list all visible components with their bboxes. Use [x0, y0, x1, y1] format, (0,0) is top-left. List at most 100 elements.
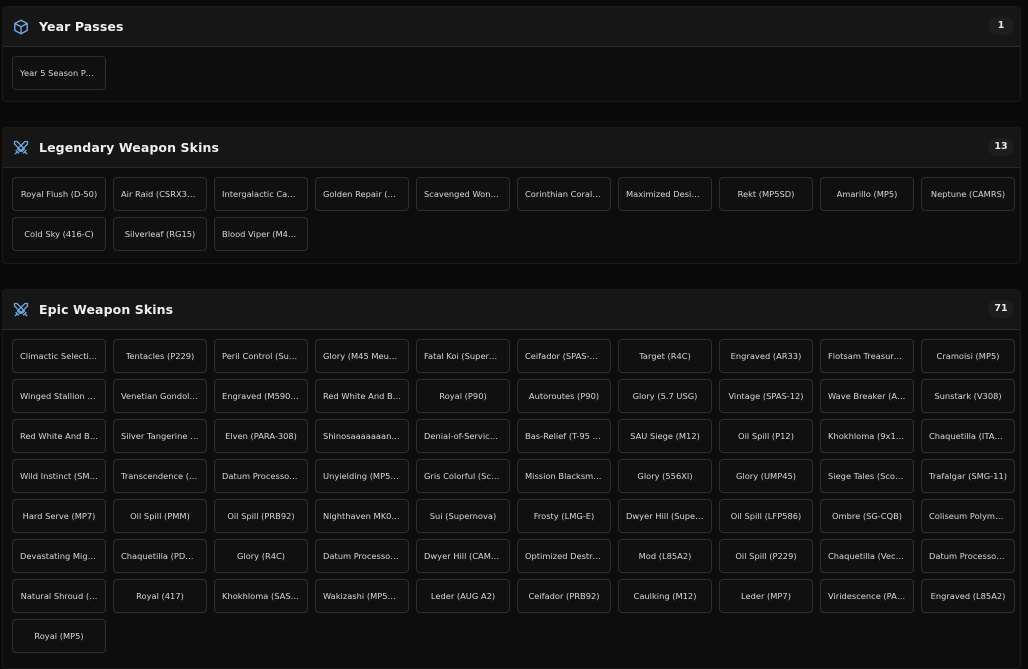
- item-chip[interactable]: Mod (L85A2): [618, 539, 712, 573]
- item-chip[interactable]: Chaquetilla (ITA12…: [921, 419, 1015, 453]
- item-chip-label: Optimized Destru…: [525, 551, 603, 561]
- item-chip[interactable]: Trafalgar (SMG-11): [921, 459, 1015, 493]
- item-chip[interactable]: Optimized Destru…: [517, 539, 611, 573]
- item-chip-label: Fatal Koi (Superno…: [424, 351, 502, 361]
- item-chip[interactable]: Engraved (M590A1): [214, 379, 308, 413]
- item-chip[interactable]: Maximized Desig…: [618, 177, 712, 211]
- item-chip[interactable]: Glory (5.7 USG): [618, 379, 712, 413]
- item-chip[interactable]: Silver Tangerine (…: [113, 419, 207, 453]
- item-chip[interactable]: Ceifador (SPAS-15): [517, 339, 611, 373]
- item-chip[interactable]: Natural Shroud (…: [12, 579, 106, 613]
- item-chip[interactable]: Glory (556XI): [618, 459, 712, 493]
- item-chip[interactable]: Vintage (SPAS-12): [719, 379, 813, 413]
- item-chip-label: Corinthian Coral (…: [525, 189, 603, 199]
- item-chip[interactable]: Target (R4C): [618, 339, 712, 373]
- item-chip[interactable]: Engraved (AR33): [719, 339, 813, 373]
- item-chip[interactable]: Chaquetilla (Vector): [820, 539, 914, 573]
- item-chip[interactable]: Unyielding (MP5S…: [315, 459, 409, 493]
- item-chip[interactable]: Blood Viper (M45 …: [214, 217, 308, 251]
- item-chip-label: Natural Shroud (…: [20, 591, 98, 601]
- item-chip[interactable]: Royal (417): [113, 579, 207, 613]
- item-chip[interactable]: Caulking (M12): [618, 579, 712, 613]
- item-chip[interactable]: Hard Serve (MP7): [12, 499, 106, 533]
- item-chip[interactable]: Wakizashi (MP5SD): [315, 579, 409, 613]
- item-chip[interactable]: Corinthian Coral (…: [517, 177, 611, 211]
- item-chip-label: Datum Processor …: [222, 471, 300, 481]
- item-chip[interactable]: Transcendence (M…: [113, 459, 207, 493]
- item-chip[interactable]: Sui (Supernova): [416, 499, 510, 533]
- item-chip[interactable]: Chaquetilla (PDW9): [113, 539, 207, 573]
- item-chip[interactable]: Royal (P90): [416, 379, 510, 413]
- item-chip[interactable]: Royal Flush (D-50): [12, 177, 106, 211]
- item-chip[interactable]: Oil Spill (P229): [719, 539, 813, 573]
- item-chip[interactable]: Mission Blacksmit…: [517, 459, 611, 493]
- item-chip[interactable]: Cold Sky (416-C): [12, 217, 106, 251]
- section-header[interactable]: Epic Weapon Skins 71: [3, 290, 1020, 330]
- item-chip[interactable]: Devastating Migh…: [12, 539, 106, 573]
- item-chip[interactable]: Oil Spill (P12): [719, 419, 813, 453]
- item-chip[interactable]: Oil Spill (PRB92): [214, 499, 308, 533]
- item-chip[interactable]: Flotsam Treasure (…: [820, 339, 914, 373]
- item-chip[interactable]: Peril Control (Sup…: [214, 339, 308, 373]
- item-chip[interactable]: Silverleaf (RG15): [113, 217, 207, 251]
- item-chip[interactable]: Winged Stallion (…: [12, 379, 106, 413]
- item-chip[interactable]: Sunstark (V308): [921, 379, 1015, 413]
- item-chip[interactable]: Wild Instinct (SM…: [12, 459, 106, 493]
- item-chip[interactable]: Ombre (SG-CQB): [820, 499, 914, 533]
- item-chip[interactable]: Fatal Koi (Superno…: [416, 339, 510, 373]
- item-chip[interactable]: Oil Spill (PMM): [113, 499, 207, 533]
- section-header[interactable]: Year Passes 1: [3, 7, 1020, 47]
- item-chip[interactable]: Venetian Gondola…: [113, 379, 207, 413]
- item-chip-label: Glory (UMP45): [735, 471, 797, 481]
- item-chip[interactable]: Bas-Relief (T-95 L…: [517, 419, 611, 453]
- item-chip[interactable]: Elven (PARA-308): [214, 419, 308, 453]
- item-chip-label: Sui (Supernova): [429, 511, 497, 521]
- item-chip[interactable]: Glory (R4C): [214, 539, 308, 573]
- item-chip[interactable]: Gris Colorful (Scor…: [416, 459, 510, 493]
- item-chip[interactable]: Rekt (MP5SD): [719, 177, 813, 211]
- item-chip-label: Oil Spill (P12): [738, 431, 794, 441]
- item-chip[interactable]: Datum Processor …: [315, 539, 409, 573]
- item-chip[interactable]: Datum Processor …: [921, 539, 1015, 573]
- item-chip[interactable]: Coliseum Polymer…: [921, 499, 1015, 533]
- item-chip[interactable]: Amarillo (MP5): [820, 177, 914, 211]
- item-chip[interactable]: Intergalactic Cann…: [214, 177, 308, 211]
- item-chip[interactable]: Glory (M45 Meus…: [315, 339, 409, 373]
- item-chip-label: Chaquetilla (Vector): [828, 551, 906, 561]
- item-chip[interactable]: Oil Spill (LFP586): [719, 499, 813, 533]
- item-chip[interactable]: Glory (UMP45): [719, 459, 813, 493]
- item-chip[interactable]: Denial-of-Service …: [416, 419, 510, 453]
- item-chip[interactable]: Dwyer Hill (Super …: [618, 499, 712, 533]
- item-chip[interactable]: Datum Processor …: [214, 459, 308, 493]
- item-chip[interactable]: Air Raid (CSRX300): [113, 177, 207, 211]
- item-chip-label: Climactic Selectio…: [20, 351, 98, 361]
- item-chip[interactable]: SAU Siege (M12): [618, 419, 712, 453]
- item-chip[interactable]: Golden Repair (M…: [315, 177, 409, 211]
- item-chip[interactable]: Royal (MP5): [12, 619, 106, 653]
- item-chip[interactable]: Engraved (L85A2): [921, 579, 1015, 613]
- section-header[interactable]: Legendary Weapon Skins 13: [3, 128, 1020, 168]
- item-chip[interactable]: Ceifador (PRB92): [517, 579, 611, 613]
- item-chip[interactable]: Leder (MP7): [719, 579, 813, 613]
- item-chip[interactable]: Tentacles (P229): [113, 339, 207, 373]
- item-chip[interactable]: Siege Tales (Scorp…: [820, 459, 914, 493]
- item-chip[interactable]: Cramoisi (MP5): [921, 339, 1015, 373]
- item-chip[interactable]: Climactic Selectio…: [12, 339, 106, 373]
- item-chip[interactable]: Scavenged Wond…: [416, 177, 510, 211]
- item-chip[interactable]: Frosty (LMG-E): [517, 499, 611, 533]
- item-chip-label: Leder (AUG A2): [430, 591, 496, 601]
- item-chip[interactable]: Dwyer Hill (CAMRS): [416, 539, 510, 573]
- item-chip[interactable]: Nighthaven MK0 (…: [315, 499, 409, 533]
- item-chip[interactable]: Shinosaaaaaaang …: [315, 419, 409, 453]
- item-chip[interactable]: Red White And Bl…: [12, 419, 106, 453]
- cube-icon: [14, 19, 28, 35]
- item-chip[interactable]: Leder (AUG A2): [416, 579, 510, 613]
- item-chip[interactable]: Neptune (CAMRS): [921, 177, 1015, 211]
- item-chip[interactable]: Wave Breaker (AU…: [820, 379, 914, 413]
- item-chip[interactable]: Viridescence (PAR…: [820, 579, 914, 613]
- item-chip[interactable]: Khokhloma (9x19…: [820, 419, 914, 453]
- item-chip[interactable]: Khokhloma (SASG…: [214, 579, 308, 613]
- item-chip[interactable]: Red White And Bl…: [315, 379, 409, 413]
- item-chip[interactable]: Year 5 Season Pass: [12, 56, 106, 90]
- item-chip[interactable]: Autoroutes (P90): [517, 379, 611, 413]
